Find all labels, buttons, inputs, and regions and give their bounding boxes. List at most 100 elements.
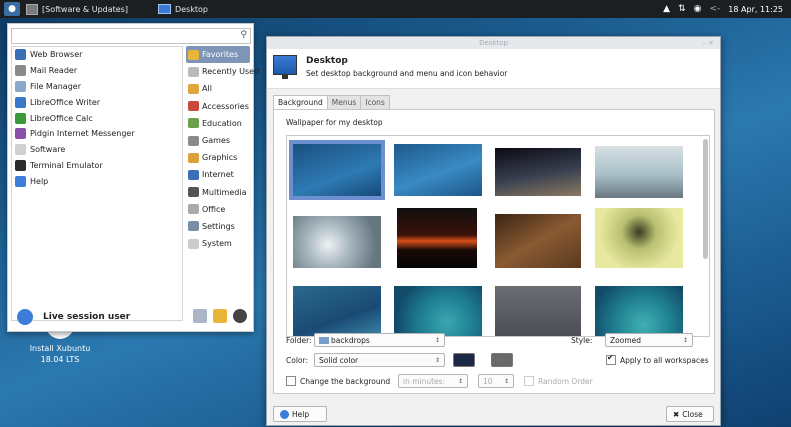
wallpaper-thumb-blue-wave[interactable] <box>394 144 482 196</box>
random-order-checkbox[interactable] <box>524 376 534 386</box>
category-item[interactable]: Recently Used <box>186 63 259 80</box>
category-item[interactable]: All <box>186 80 250 97</box>
wallpaper-thumb-night-sky[interactable] <box>495 148 581 196</box>
menu-app-item[interactable]: Software <box>12 142 182 158</box>
category-item[interactable]: System <box>186 235 250 252</box>
apply-all-checkbox[interactable] <box>606 353 616 365</box>
category-item[interactable]: Accessories <box>186 98 250 115</box>
wallpaper-thumb-paper-shapes[interactable] <box>495 286 581 336</box>
style-select[interactable]: Zoomed ↕ <box>605 333 693 347</box>
folder-select[interactable]: backdrops ↕ <box>314 333 445 347</box>
folder-row: Folder: backdrops ↕ <box>286 333 445 347</box>
taskbar-button-software-updates[interactable]: [Software & Updates] <box>20 0 134 18</box>
search-input[interactable] <box>12 29 240 41</box>
category-item[interactable]: Games <box>186 132 250 149</box>
menu-app-item[interactable]: File Manager <box>12 79 182 95</box>
category-item[interactable]: Office <box>186 201 250 218</box>
interval-unit-select[interactable]: in minutes: ↕ <box>398 374 468 388</box>
menu-app-item[interactable]: Pidgin Internet Messenger <box>12 126 182 142</box>
category-item[interactable]: Internet <box>186 166 250 183</box>
category-label: All <box>202 84 212 94</box>
menu-app-label: File Manager <box>30 81 81 91</box>
wallpaper-thumb-teal-arc[interactable] <box>595 286 683 336</box>
wallpaper-thumb-pier[interactable] <box>595 146 683 198</box>
menu-app-label: Software <box>30 145 66 155</box>
monitor-icon <box>157 4 171 14</box>
menu-app-item[interactable]: Mail Reader <box>12 63 182 79</box>
wallpaper-thumb-sunset[interactable] <box>397 208 477 268</box>
interval-spinner[interactable]: 10 ↕ <box>478 374 514 388</box>
spin-arrows-icon: ↕ <box>434 356 440 364</box>
help-button[interactable]: Help <box>273 406 327 422</box>
spin-arrows-icon: ↕ <box>457 377 463 385</box>
random-order-label: Random Order <box>538 376 593 386</box>
clock[interactable]: 18 Apr, 11:25 <box>728 5 783 14</box>
menu-app-item[interactable]: Help <box>12 173 182 189</box>
category-label: Accessories <box>202 101 249 111</box>
gallery-scrollbar[interactable] <box>703 139 708 259</box>
window-controls[interactable]: – × <box>702 37 714 49</box>
secondary-color-button[interactable] <box>491 353 513 367</box>
notification-icon[interactable]: ▲ <box>663 4 670 14</box>
style-value: Zoomed <box>610 335 641 345</box>
menu-app-label: LibreOffice Calc <box>30 113 93 123</box>
wallpaper-thumb-dark-blue[interactable] <box>293 286 381 336</box>
whisker-menu-button[interactable]: ● <box>4 2 20 16</box>
change-bg-checkbox[interactable] <box>286 376 296 386</box>
category-item[interactable]: Settings <box>186 218 250 235</box>
lock-screen-icon[interactable] <box>213 309 227 323</box>
close-label: Close <box>682 409 703 419</box>
category-item[interactable]: Multimedia <box>186 184 250 201</box>
settings-icon <box>188 221 199 232</box>
taskbar-label: Desktop <box>174 4 208 14</box>
category-label: Settings <box>202 221 235 231</box>
style-label: Style: <box>571 335 593 345</box>
mail-icon <box>15 65 26 77</box>
sound-icon[interactable]: ◉ <box>694 4 702 14</box>
wallpaper-thumb-tree[interactable] <box>595 208 683 268</box>
category-item[interactable]: Favorites <box>186 46 250 64</box>
style-row: Style: Zoomed ↕ <box>571 333 693 347</box>
category-label: Internet <box>202 170 234 180</box>
terminal-icon <box>15 159 26 171</box>
menu-app-item[interactable]: LibreOffice Writer <box>12 94 182 110</box>
wallpaper-thumb-frost-plant[interactable] <box>293 216 381 268</box>
multimedia-icon <box>188 187 199 198</box>
window-titlebar[interactable]: Desktop – × <box>267 37 720 49</box>
color-row: Color: Solid color ↕ <box>286 353 513 367</box>
folder-label: Folder: <box>286 335 312 345</box>
network-icon[interactable]: ⇅ <box>678 4 686 14</box>
color-mode-select[interactable]: Solid color ↕ <box>314 353 445 367</box>
primary-color-button[interactable] <box>453 353 475 367</box>
wallpaper-thumb-teal-circle[interactable] <box>394 286 482 336</box>
category-item[interactable]: Education <box>186 115 250 132</box>
category-item[interactable]: Graphics <box>186 149 250 166</box>
menu-app-item[interactable]: Terminal Emulator <box>12 158 182 174</box>
menu-app-label: Pidgin Internet Messenger <box>30 129 135 139</box>
category-list: Favorites Recently Used All Accessories Educ… <box>186 46 259 252</box>
wallpaper-thumb-desert[interactable] <box>495 214 581 268</box>
taskbar-button-desktop[interactable]: Desktop <box>152 0 214 18</box>
color-label: Color: <box>286 355 308 365</box>
clock-icon <box>188 66 199 77</box>
dialog-title: Desktop <box>306 56 348 66</box>
folder-icon <box>319 336 329 344</box>
pidgin-icon <box>15 128 26 140</box>
search-box: ⚲ <box>11 28 251 44</box>
category-label: Multimedia <box>202 187 247 197</box>
settings-manager-icon[interactable] <box>193 309 207 323</box>
application-menu: ⚲ Web Browser Mail Reader File Manager Libr… <box>7 23 259 332</box>
arrow-icon[interactable]: <- <box>710 4 721 14</box>
interval-value: 10 <box>483 376 493 386</box>
software-icon <box>15 144 26 156</box>
desktop-monitor-icon <box>273 55 297 79</box>
close-button[interactable]: ✖ Close <box>666 406 714 422</box>
wallpaper-thumb-xubuntu-blue[interactable] <box>289 140 385 200</box>
games-icon <box>188 135 199 146</box>
menu-app-item[interactable]: Web Browser <box>12 47 182 63</box>
xubuntu-logo-icon: ● <box>8 4 16 14</box>
system-tray: ▲ ⇅ ◉ <- 18 Apr, 11:25 <box>663 0 783 18</box>
menu-app-item[interactable]: LibreOffice Calc <box>12 110 182 126</box>
power-icon[interactable] <box>233 309 247 323</box>
calc-icon <box>15 112 26 124</box>
